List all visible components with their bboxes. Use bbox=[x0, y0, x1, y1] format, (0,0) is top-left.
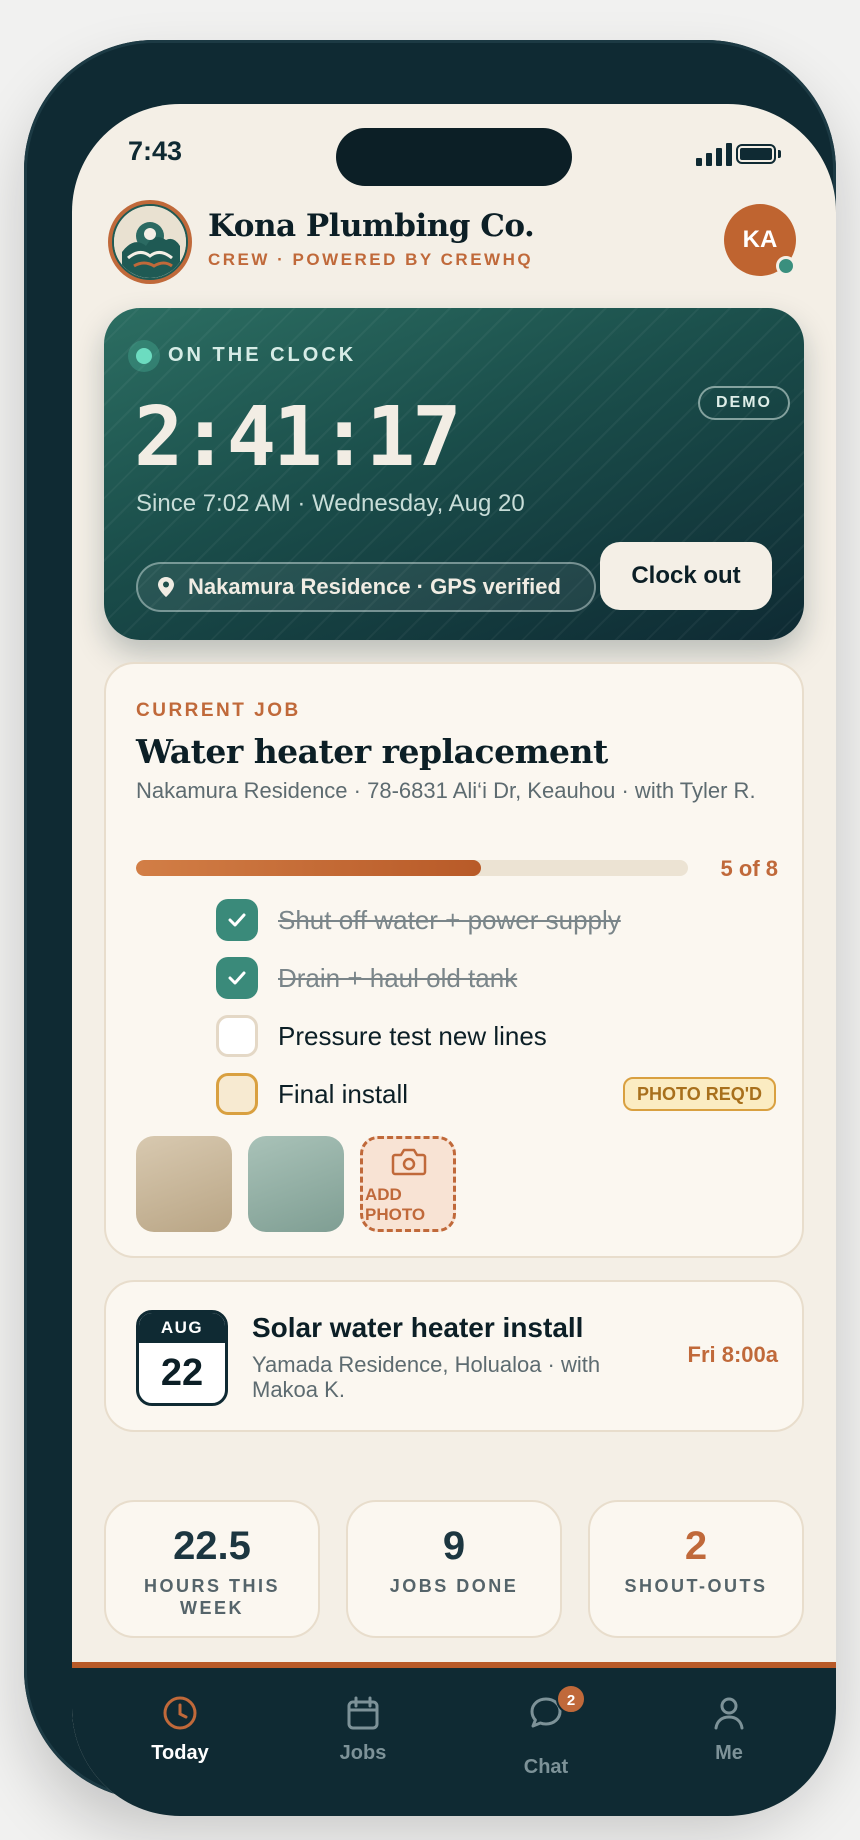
stat-label: JOBS DONE bbox=[389, 1576, 519, 1596]
map-pin-icon bbox=[158, 577, 174, 597]
stat-value: 9 bbox=[442, 1524, 466, 1568]
phone-frame: 7:43 Kona Plumbing Co. CREW · POWERED BY… bbox=[24, 40, 836, 1816]
tab-me[interactable]: Me bbox=[669, 1694, 789, 1765]
clock-card: ON THE CLOCK DEMO 2:41:17 Since 7:02 AM … bbox=[104, 308, 804, 640]
signal-icon bbox=[696, 142, 732, 166]
location-pill: Nakamura Residence · GPS verified bbox=[136, 562, 596, 612]
next-job-title: Solar water heater install bbox=[252, 1312, 584, 1343]
stat-label: SHOUT-OUTS bbox=[624, 1576, 768, 1596]
checkbox-checked[interactable] bbox=[216, 899, 258, 941]
add-photo-label: ADD PHOTO bbox=[365, 1185, 426, 1224]
stat-shout-outs: 2 SHOUT-OUTS bbox=[588, 1500, 804, 1638]
job-progress-fill bbox=[136, 860, 481, 876]
job-progress-bar bbox=[136, 860, 688, 876]
next-job-card[interactable]: AUG 22 Solar water heater install Yamada… bbox=[104, 1280, 804, 1432]
tab-label: Chat bbox=[523, 1756, 569, 1778]
date-month: AUG bbox=[139, 1313, 225, 1343]
stat-hours: 22.5 HOURS THIS WEEK bbox=[104, 1500, 320, 1638]
person-icon bbox=[714, 1697, 744, 1730]
date-chip: AUG 22 bbox=[136, 1310, 228, 1406]
calendar-icon bbox=[347, 1696, 379, 1730]
checkbox-pending[interactable] bbox=[216, 1073, 258, 1115]
checklist-item-label: Shut off water + power supply bbox=[278, 904, 621, 935]
brand-name: Kona Plumbing Co. bbox=[208, 208, 535, 244]
brand-subtitle: CREW · POWERED BY CREWHQ bbox=[208, 250, 534, 269]
tab-today[interactable]: Today bbox=[120, 1694, 240, 1765]
checklist-item[interactable]: Pressure test new lines bbox=[216, 1014, 776, 1058]
battery-icon bbox=[736, 144, 776, 164]
add-photo-button[interactable]: ADD PHOTO bbox=[360, 1136, 456, 1232]
next-job-time: Fri 8:00a bbox=[687, 1342, 779, 1367]
job-photo-thumbnail[interactable] bbox=[136, 1136, 232, 1232]
job-subtitle: Nakamura Residence · 78-6831 Ali‘i Dr, K… bbox=[136, 778, 756, 803]
clock-icon bbox=[163, 1696, 197, 1730]
clock-out-button[interactable]: Clock out bbox=[600, 542, 772, 610]
camera-icon bbox=[391, 1148, 427, 1176]
stat-label: HOURS THIS WEEK bbox=[143, 1576, 280, 1618]
checkbox-checked[interactable] bbox=[216, 957, 258, 999]
tab-jobs[interactable]: Jobs bbox=[303, 1694, 423, 1765]
job-progress-count: 5 of 8 bbox=[720, 856, 778, 881]
app-screen: 7:43 Kona Plumbing Co. CREW · POWERED BY… bbox=[72, 104, 836, 1816]
location-text: Nakamura Residence · GPS verified bbox=[188, 574, 561, 599]
clock-since-text: Since 7:02 AM · Wednesday, Aug 20 bbox=[136, 490, 525, 517]
job-photo-thumbnail[interactable] bbox=[248, 1136, 344, 1232]
stat-value: 22.5 bbox=[173, 1524, 251, 1568]
checklist-item-label: Final install bbox=[278, 1078, 409, 1109]
company-logo bbox=[108, 200, 192, 284]
job-title[interactable]: Water heater replacement bbox=[136, 732, 608, 771]
battery-tip bbox=[778, 150, 781, 158]
status-time: 7:43 bbox=[128, 136, 183, 166]
stat-jobs-done: 9 JOBS DONE bbox=[346, 1500, 562, 1638]
tab-label: Me bbox=[715, 1742, 743, 1764]
live-indicator-icon bbox=[128, 340, 160, 372]
checklist-item[interactable]: Shut off water + power supply bbox=[216, 898, 776, 942]
check-icon bbox=[228, 913, 246, 927]
next-job-subtitle: Yamada Residence, Holualoa · with Makoa … bbox=[252, 1352, 601, 1402]
checklist-item[interactable]: Final install PHOTO REQ'D bbox=[216, 1072, 776, 1116]
online-status-dot bbox=[776, 256, 796, 276]
date-day: 22 bbox=[160, 1352, 204, 1394]
checklist-item-label: Pressure test new lines bbox=[278, 1020, 547, 1051]
dynamic-island bbox=[336, 128, 572, 186]
checkbox-unchecked[interactable] bbox=[216, 1015, 258, 1057]
tab-label: Jobs bbox=[339, 1742, 387, 1764]
chat-unread-badge: 2 bbox=[556, 1684, 586, 1714]
clock-status-label: ON THE CLOCK bbox=[168, 344, 357, 366]
tab-label: Today bbox=[151, 1742, 209, 1764]
current-job-card: CURRENT JOB Water heater replacement Nak… bbox=[104, 662, 804, 1258]
check-icon bbox=[228, 971, 246, 985]
demo-badge: DEMO bbox=[698, 386, 790, 420]
photo-required-badge: PHOTO REQ'D bbox=[623, 1077, 776, 1111]
tab-chat[interactable]: Chat 2 bbox=[486, 1684, 606, 1779]
checklist-item[interactable]: Drain + haul old tank bbox=[216, 956, 776, 1000]
elapsed-timer: 2:41:17 bbox=[134, 390, 462, 485]
current-job-eyebrow: CURRENT JOB bbox=[136, 700, 301, 721]
bottom-tab-bar: Today Jobs Chat 2 Me bbox=[72, 1662, 836, 1816]
stat-value: 2 bbox=[684, 1524, 708, 1568]
checklist-item-label: Drain + haul old tank bbox=[278, 962, 518, 993]
